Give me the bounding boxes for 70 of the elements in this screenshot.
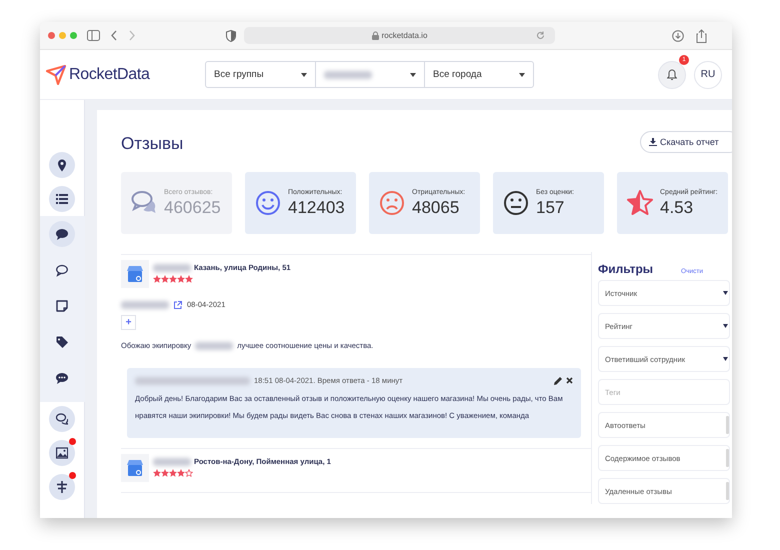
sidebar-item[interactable] (49, 152, 75, 178)
external-link-icon[interactable] (174, 300, 182, 308)
download-icon (649, 138, 657, 146)
url-text: rocketdata.io (382, 31, 428, 40)
notification-dot (69, 472, 76, 479)
note-icon (56, 300, 68, 312)
lock-icon (372, 31, 379, 40)
filters-title: Фильтры (598, 262, 654, 276)
language-button[interactable]: RU (694, 60, 722, 88)
sidebar-item[interactable] (49, 474, 75, 500)
close-icon[interactable] (566, 377, 573, 384)
speech-bubble-icon (56, 372, 68, 384)
page-title: Отзывы (121, 134, 184, 154)
caret-icon (723, 357, 728, 361)
neutral-face-icon (503, 190, 529, 216)
speech-bubbles-icon (131, 190, 157, 216)
caret-icon (301, 72, 307, 76)
dropdown[interactable]: Все города (424, 62, 533, 87)
pencil-icon[interactable] (554, 376, 562, 384)
store-icon (126, 459, 144, 477)
speech-bubble-icon (56, 264, 68, 276)
caret-icon (723, 291, 728, 295)
stat-value: 460625 (164, 198, 221, 218)
star-icon (627, 190, 653, 216)
rocket-logo-icon[interactable] (46, 64, 66, 84)
scrollbar (726, 482, 729, 500)
blurred-text (121, 300, 169, 308)
download-icon[interactable] (672, 30, 684, 42)
address-bar[interactable]: rocketdata.io (244, 27, 555, 44)
blurred-text (195, 342, 234, 350)
scrollbar (726, 449, 729, 467)
tag-icon (56, 336, 68, 348)
caret-icon (410, 72, 416, 76)
speech-bubble-icon (56, 228, 68, 240)
notifications-button[interactable] (658, 60, 686, 88)
sidebar-item[interactable] (49, 440, 75, 466)
sidebar-item[interactable] (49, 186, 75, 212)
signpost-icon (56, 480, 68, 494)
smiley-face-icon (255, 190, 281, 216)
download-report-button[interactable]: Скачать отчет (640, 131, 732, 153)
share-icon[interactable] (696, 28, 707, 42)
caret-icon (519, 72, 525, 76)
add-tag-button[interactable]: + (121, 315, 136, 330)
blurred-text (153, 458, 191, 466)
map-pin-icon (56, 158, 68, 172)
list-icon (56, 192, 68, 206)
caret-icon (723, 324, 728, 328)
speech-bubbles-icon (56, 412, 68, 426)
sidebar-toggle-icon[interactable] (87, 30, 100, 41)
star-outline-icon (185, 469, 193, 477)
sidebar-item[interactable] (49, 221, 75, 247)
image-icon (56, 446, 68, 460)
sidebar-item[interactable] (49, 406, 75, 432)
dropdown-value: Все группы (214, 69, 264, 80)
blurred-text (324, 70, 372, 78)
store-icon (126, 265, 144, 283)
stat-value: 157 (536, 198, 566, 218)
dropdown[interactable]: Все группы (206, 62, 315, 87)
shield-icon[interactable] (226, 30, 236, 42)
stat-value: 412403 (288, 198, 345, 218)
stat-value: 48065 (412, 198, 460, 218)
back-icon[interactable] (110, 30, 118, 41)
logo-text[interactable]: RocketData (69, 66, 150, 84)
blurred-text (153, 264, 191, 272)
sad-face-icon (379, 190, 405, 216)
bell-icon (667, 68, 677, 80)
stat-value: 4.53 (660, 198, 694, 218)
notification-dot (69, 438, 76, 445)
scrollbar (726, 416, 729, 434)
dropdown-value: Все города (433, 69, 482, 80)
